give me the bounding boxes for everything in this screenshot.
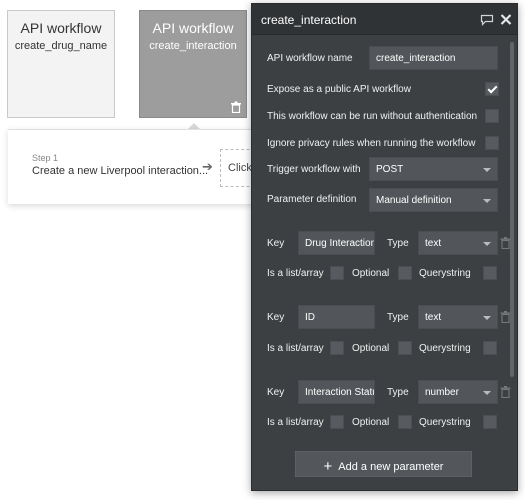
plus-icon: +	[323, 458, 333, 475]
panel-title: create_interaction	[261, 13, 357, 27]
expose-public-label: Expose as a public API workflow	[267, 84, 411, 95]
optional-checkbox[interactable]	[398, 415, 412, 429]
is-list-checkbox[interactable]	[330, 415, 344, 429]
expose-public-checkbox[interactable]	[485, 82, 499, 96]
param-def-label: Parameter definition	[267, 194, 357, 205]
querystring-checkbox[interactable]	[483, 415, 497, 429]
param-type-value: text	[425, 238, 442, 249]
add-parameter-label: Add a new parameter	[338, 461, 444, 473]
is-list-label: Is a list/array	[267, 268, 324, 279]
param-type-label: Type	[387, 238, 409, 249]
chevron-down-icon	[483, 168, 491, 172]
arrow-right-icon: ➔	[202, 159, 213, 174]
close-icon[interactable]	[499, 13, 513, 26]
param-def-value: Manual definition	[376, 195, 452, 206]
no-auth-checkbox[interactable]	[485, 109, 499, 123]
workflow-card-create-drug-name[interactable]: API workflow create_drug_name	[7, 10, 115, 118]
scrollbar[interactable]	[510, 42, 514, 377]
trash-icon[interactable]	[500, 237, 511, 249]
ignore-privacy-label: Ignore privacy rules when running the wo…	[267, 138, 476, 149]
param-key-input[interactable]: Drug Interaction	[298, 231, 375, 255]
optional-checkbox[interactable]	[398, 266, 412, 280]
workflow-card-subtitle: create_drug_name	[14, 40, 108, 52]
workflow-name-input[interactable]: create_interaction	[369, 46, 498, 70]
no-auth-label: This workflow can be run without authent…	[267, 111, 478, 122]
param-key-label: Key	[267, 238, 285, 249]
param-key-label: Key	[267, 312, 285, 323]
step-title[interactable]: Create a new Liverpool interaction...	[32, 165, 208, 177]
is-list-label: Is a list/array	[267, 343, 324, 354]
param-key-label: Key	[267, 387, 285, 398]
workflow-step-row: Step 1 Create a new Liverpool interactio…	[8, 129, 260, 204]
param-type-select[interactable]: text	[418, 231, 498, 255]
trigger-method-select[interactable]: POST	[369, 157, 498, 181]
querystring-label: Querystring	[419, 343, 471, 354]
chevron-down-icon	[483, 199, 491, 203]
workflow-card-title: API workflow	[20, 20, 102, 36]
trash-icon[interactable]	[500, 311, 511, 323]
querystring-label: Querystring	[419, 417, 471, 428]
ignore-privacy-checkbox[interactable]	[485, 136, 499, 150]
trash-icon[interactable]	[500, 386, 511, 398]
param-type-value: number	[425, 387, 459, 398]
panel-header: create_interaction	[252, 4, 517, 35]
workflow-card-subtitle: create_interaction	[149, 40, 237, 52]
param-type-label: Type	[387, 387, 409, 398]
chevron-down-icon	[483, 391, 491, 395]
chat-icon[interactable]	[480, 13, 494, 26]
workflow-card-title: API workflow	[152, 20, 234, 36]
add-parameter-button[interactable]: + Add a new parameter	[295, 451, 472, 477]
param-type-label: Type	[387, 312, 409, 323]
workflow-name-label: API workflow name	[267, 53, 353, 64]
querystring-label: Querystring	[419, 268, 471, 279]
param-key-input[interactable]: Interaction Statu	[298, 380, 375, 404]
param-def-select[interactable]: Manual definition	[369, 188, 498, 212]
trigger-label: Trigger workflow with	[267, 164, 361, 175]
is-list-label: Is a list/array	[267, 417, 324, 428]
trash-icon[interactable]	[230, 101, 242, 113]
optional-checkbox[interactable]	[398, 341, 412, 355]
is-list-checkbox[interactable]	[330, 341, 344, 355]
chevron-down-icon	[483, 316, 491, 320]
querystring-checkbox[interactable]	[483, 266, 497, 280]
optional-label: Optional	[352, 343, 390, 354]
optional-label: Optional	[352, 268, 390, 279]
optional-label: Optional	[352, 417, 390, 428]
step-number: Step 1	[32, 153, 59, 163]
param-type-value: text	[425, 312, 442, 323]
param-type-select[interactable]: text	[418, 305, 498, 329]
chevron-down-icon	[483, 242, 491, 246]
param-key-input[interactable]: ID	[298, 305, 375, 329]
querystring-checkbox[interactable]	[483, 341, 497, 355]
param-type-select[interactable]: number	[418, 380, 498, 404]
workflow-card-create-interaction[interactable]: API workflow create_interaction	[139, 10, 247, 118]
trigger-method-value: POST	[376, 164, 404, 175]
property-editor-panel: create_interaction API workflow name cre…	[251, 3, 518, 491]
is-list-checkbox[interactable]	[330, 266, 344, 280]
